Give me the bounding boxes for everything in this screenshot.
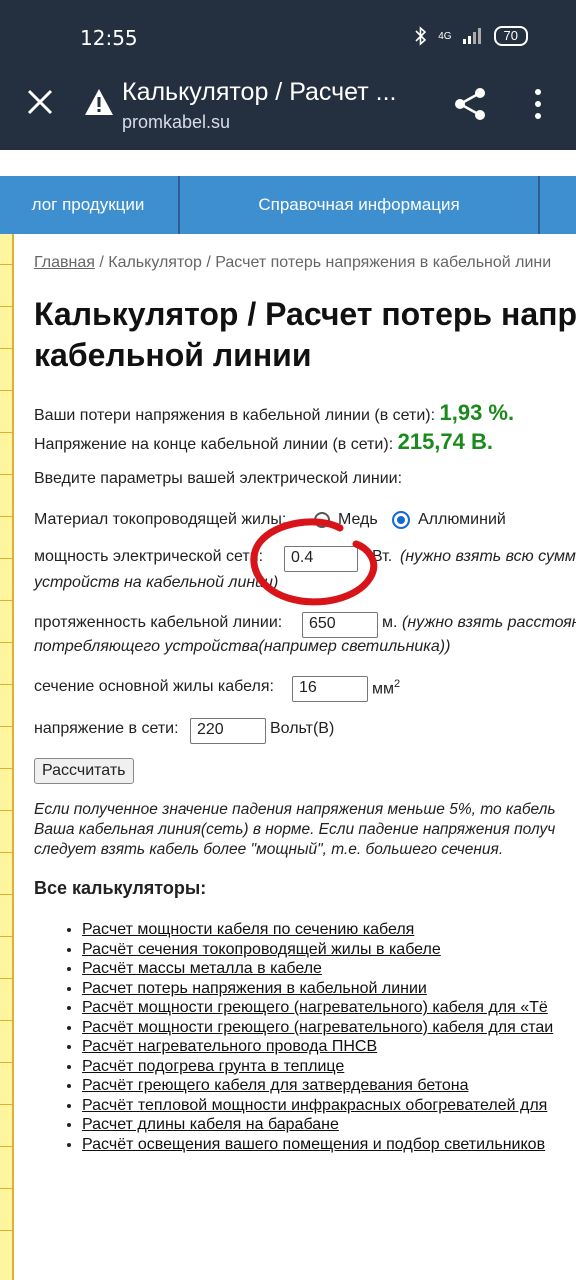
- calculators-list: Расчет мощности кабеля по сечению кабеля…: [64, 920, 553, 1154]
- nav-reference[interactable]: Справочная информация: [180, 176, 540, 234]
- loss-value: 1,93 %.: [439, 400, 515, 425]
- power-hint: устройств на кабельной линии): [34, 574, 279, 591]
- power-input[interactable]: 0.4: [284, 546, 358, 572]
- list-item: Расчет длины кабеля на барабане: [82, 1115, 553, 1135]
- list-item: Расчёт мощности греющего (нагревательног…: [82, 998, 553, 1018]
- calculator-link[interactable]: Расчёт мощности греющего (нагревательног…: [82, 999, 548, 1016]
- page-title-tab: Калькулятор / Расчет ...: [122, 78, 397, 106]
- section-row: сечение основной жилы кабеля: 16 мм2: [34, 676, 400, 702]
- breadcrumb-home[interactable]: Главная: [34, 254, 95, 271]
- length-hint: потребляющего устройства(например светил…: [34, 638, 451, 655]
- nav-more[interactable]: [540, 176, 576, 234]
- voltage-input[interactable]: 220: [190, 718, 266, 744]
- status-icons: 4G 70: [414, 26, 528, 46]
- length-row: протяженность кабельной линии: 650 м. (н…: [34, 612, 576, 638]
- nav-catalog[interactable]: лог продукции: [0, 176, 180, 234]
- site-nav: лог продукции Справочная информация: [0, 176, 576, 234]
- breadcrumb: Главная / Калькулятор / Расчет потерь на…: [34, 254, 552, 271]
- left-sidebar-strip: [0, 234, 14, 1280]
- list-item: Расчёт массы металла в кабеле: [82, 959, 553, 979]
- radio-copper[interactable]: [314, 512, 330, 528]
- calculator-link[interactable]: Расчёт мощности греющего (нагревательног…: [82, 1019, 553, 1036]
- calculator-link[interactable]: Расчет мощности кабеля по сечению кабеля: [82, 921, 414, 938]
- calculator-link[interactable]: Расчёт тепловой мощности инфракрасных об…: [82, 1097, 547, 1114]
- power-row: мощность электрической сети: 0.4 Вт. (ну…: [34, 546, 576, 572]
- more-options-icon[interactable]: [528, 86, 548, 122]
- end-voltage-value: 215,74 В.: [397, 429, 493, 454]
- material-row: Материал токопроводящей жилы: Медь Аллюм…: [34, 511, 506, 529]
- form-intro: Введите параметры вашей электрической ли…: [34, 470, 403, 487]
- radio-copper-label: Медь: [338, 511, 378, 528]
- status-bar: 12:55 4G 70: [0, 0, 576, 72]
- loss-result: Ваши потери напряжения в кабельной линии…: [34, 400, 515, 425]
- end-voltage-result: Напряжение на конце кабельной линии (в с…: [34, 429, 493, 454]
- calculator-link[interactable]: Расчёт освещения вашего помещения и подб…: [82, 1136, 545, 1153]
- calculator-link[interactable]: Расчет длины кабеля на барабане: [82, 1116, 339, 1133]
- signal-icon: [462, 28, 481, 44]
- breadcrumb-calculator[interactable]: Калькулятор: [108, 254, 202, 271]
- battery-icon: 70: [493, 26, 528, 46]
- network-type: 4G: [438, 30, 452, 42]
- list-item: Расчёт подогрева грунта в теплице: [82, 1057, 553, 1077]
- warning-icon[interactable]: [84, 88, 114, 116]
- browser-toolbar: Калькулятор / Расчет ... promkabel.su: [0, 72, 576, 150]
- calculate-button[interactable]: Рассчитать: [34, 758, 134, 784]
- submit-row: Рассчитать: [34, 758, 134, 784]
- radio-aluminium-label: Аллюминий: [418, 511, 506, 528]
- list-item: Расчёт сечения токопроводящей жилы в каб…: [82, 940, 553, 960]
- voltage-row: напряжение в сети: 220 Вольт(В): [34, 718, 334, 744]
- page-domain: promkabel.su: [122, 112, 231, 132]
- list-item: Расчёт освещения вашего помещения и подб…: [82, 1135, 553, 1155]
- calculators-heading: Все калькуляторы:: [34, 878, 207, 898]
- length-input[interactable]: 650: [302, 612, 378, 638]
- breadcrumb-current: Расчет потерь напряжения в кабельной лин…: [215, 254, 552, 271]
- bluetooth-icon: [415, 26, 427, 46]
- list-item: Расчёт тепловой мощности инфракрасных об…: [82, 1096, 553, 1116]
- calculator-link[interactable]: Расчёт греющего кабеля для затвердевания…: [82, 1077, 468, 1094]
- calculator-link[interactable]: Расчёт сечения токопроводящей жилы в каб…: [82, 941, 441, 958]
- calculator-link[interactable]: Расчёт нагревательного провода ПНСВ: [82, 1038, 377, 1055]
- close-icon[interactable]: [24, 86, 56, 118]
- calculator-link[interactable]: Расчет потерь напряжения в кабельной лин…: [82, 980, 427, 997]
- calculator-link[interactable]: Расчёт массы металла в кабеле: [82, 960, 322, 977]
- share-icon[interactable]: [452, 86, 488, 122]
- list-item: Расчет потерь напряжения в кабельной лин…: [82, 979, 553, 999]
- list-item: Расчет мощности кабеля по сечению кабеля: [82, 920, 553, 940]
- list-item: Расчёт нагревательного провода ПНСВ: [82, 1037, 553, 1057]
- page-title: Калькулятор / Расчет потерь напр кабельн…: [34, 296, 576, 373]
- section-unit: мм2: [372, 678, 401, 698]
- list-item: Расчёт мощности греющего (нагревательног…: [82, 1018, 553, 1038]
- section-input[interactable]: 16: [292, 676, 368, 702]
- radio-aluminium[interactable]: [392, 511, 410, 529]
- result-note: Если полученное значение падения напряже…: [34, 801, 556, 858]
- list-item: Расчёт греющего кабеля для затвердевания…: [82, 1076, 553, 1096]
- calculator-link[interactable]: Расчёт подогрева грунта в теплице: [82, 1058, 344, 1075]
- status-time: 12:55: [80, 26, 138, 50]
